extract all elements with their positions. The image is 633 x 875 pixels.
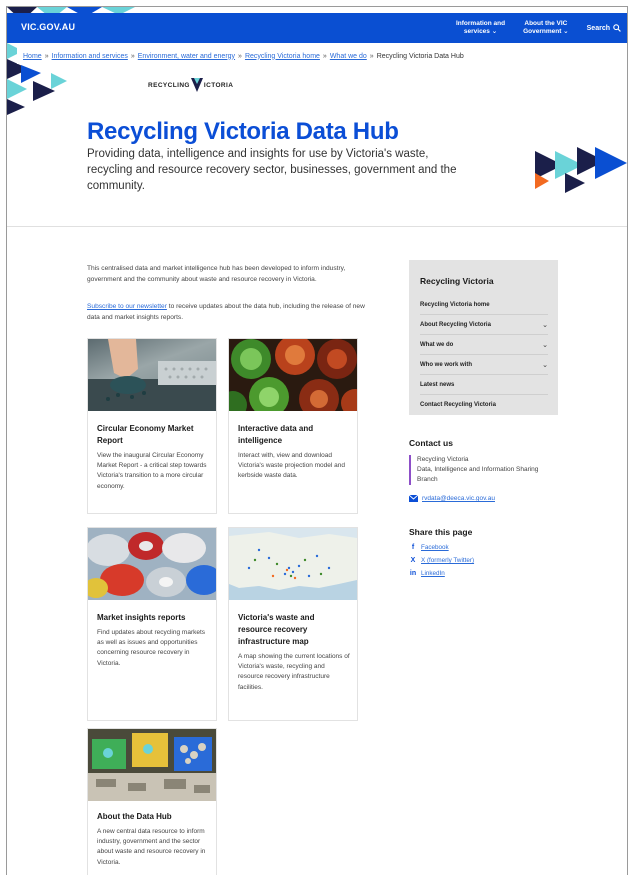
breadcrumb-separator-icon: » bbox=[130, 52, 135, 60]
share-facebook-link[interactable]: Facebook bbox=[421, 544, 449, 551]
nav-about-government[interactable]: About the VIC Government ⌄ bbox=[523, 20, 569, 36]
side-nav-title[interactable]: Recycling Victoria bbox=[420, 276, 548, 286]
newsletter-paragraph: Subscribe to our newsletter to receive u… bbox=[87, 302, 367, 323]
card-market-insights[interactable]: Market insights reports Find updates abo… bbox=[87, 527, 217, 721]
side-nav-label: Latest news bbox=[420, 381, 455, 388]
brand-text-left: RECYCLING bbox=[148, 81, 190, 89]
side-nav-label: Recycling Victoria home bbox=[420, 301, 490, 308]
card-infrastructure-map[interactable]: Victoria's waste and resource recovery i… bbox=[228, 527, 358, 721]
card-interactive-data[interactable]: Interactive data and intelligence Intera… bbox=[228, 338, 358, 514]
email-link[interactable]: rvdata@deeca.vic.gov.au bbox=[422, 495, 495, 502]
side-nav-label: Who we work with bbox=[420, 361, 472, 368]
email-icon bbox=[409, 495, 418, 502]
breadcrumb-environment[interactable]: Environment, water and energy bbox=[138, 53, 235, 60]
breadcrumb-separator-icon: » bbox=[369, 52, 374, 60]
card-title: Market insights reports bbox=[97, 613, 186, 622]
site-header: VIC.GOV.AU Information and services ⌄ Ab… bbox=[7, 13, 627, 43]
chevron-down-icon[interactable]: ⌄ bbox=[542, 321, 548, 329]
share-facebook[interactable]: f Facebook bbox=[409, 544, 449, 551]
side-nav-label: About Recycling Victoria bbox=[420, 321, 491, 328]
page-intro: Providing data, intelligence and insight… bbox=[87, 148, 457, 192]
card-title: Interactive data and intelligence bbox=[238, 424, 314, 445]
card-image-cans bbox=[88, 528, 216, 600]
chevron-down-icon[interactable]: ⌄ bbox=[542, 361, 548, 369]
share-linkedin[interactable]: in LinkedIn bbox=[409, 570, 445, 577]
side-nav-item-about[interactable]: About Recycling Victoria ⌄ bbox=[420, 315, 548, 335]
share-linkedin-link[interactable]: LinkedIn bbox=[421, 570, 445, 577]
contact-line-1: Recycling Victoria bbox=[417, 456, 469, 463]
card-image-map bbox=[229, 528, 357, 600]
contact-email: rvdata@deeca.vic.gov.au bbox=[409, 495, 495, 502]
section-divider bbox=[7, 226, 627, 227]
breadcrumb: Home» Information and services» Environm… bbox=[17, 48, 470, 64]
side-nav-item-what-we-do[interactable]: What we do ⌄ bbox=[420, 335, 548, 355]
card-image-recycling-bins bbox=[88, 729, 216, 801]
breadcrumb-separator-icon: » bbox=[44, 52, 49, 60]
contact-details: Recycling Victoria Data, Intelligence an… bbox=[409, 455, 554, 485]
breadcrumb-home[interactable]: Home bbox=[23, 53, 42, 60]
side-navigation: Recycling Victoria Recycling Victoria ho… bbox=[409, 260, 558, 415]
breadcrumb-information-services[interactable]: Information and services bbox=[52, 53, 128, 60]
search-button[interactable]: Search bbox=[587, 24, 621, 32]
subscribe-newsletter-link[interactable]: Subscribe to our newsletter bbox=[87, 303, 167, 310]
vic-gov-logo[interactable]: VIC.GOV.AU bbox=[21, 22, 75, 32]
linkedin-icon: in bbox=[409, 570, 417, 577]
card-description: A new central data resource to inform in… bbox=[97, 828, 206, 866]
card-image-recycled-pellets bbox=[88, 339, 216, 411]
card-title: Victoria's waste and resource recovery i… bbox=[238, 613, 315, 646]
card-description: A map showing the current locations of V… bbox=[238, 653, 350, 691]
breadcrumb-separator-icon: » bbox=[238, 52, 242, 60]
x-twitter-icon: X bbox=[410, 557, 416, 564]
card-title: About the Data Hub bbox=[97, 812, 172, 821]
card-description: Find updates about recycling markets as … bbox=[97, 629, 206, 667]
brand-text-right: ICTORIA bbox=[203, 81, 234, 89]
breadcrumb-recycling-home[interactable]: Recycling Victoria home bbox=[245, 53, 320, 60]
card-image-glass-bottles bbox=[229, 339, 357, 411]
side-nav-item-contact[interactable]: Contact Recycling Victoria bbox=[420, 395, 548, 415]
recycling-victoria-logo: RECYCLING ICTORIA bbox=[148, 75, 233, 95]
facebook-icon: f bbox=[411, 544, 415, 551]
side-nav-item-home[interactable]: Recycling Victoria home bbox=[420, 295, 548, 315]
card-circular-economy[interactable]: Circular Economy Market Report View the … bbox=[87, 338, 217, 514]
hero-arrows-icon bbox=[535, 147, 627, 193]
card-description: Interact with, view and download Victori… bbox=[238, 452, 345, 480]
browser-page: VIC.GOV.AU Information and services ⌄ Ab… bbox=[6, 6, 628, 875]
share-x[interactable]: X X (formerly Twitter) bbox=[409, 557, 474, 564]
card-about-data-hub[interactable]: About the Data Hub A new central data re… bbox=[87, 728, 217, 875]
card-description: View the inaugural Circular Economy Mark… bbox=[97, 452, 207, 490]
share-x-link[interactable]: X (formerly Twitter) bbox=[421, 557, 474, 564]
breadcrumb-separator-icon: » bbox=[322, 52, 327, 60]
side-nav-label: What we do bbox=[420, 341, 454, 348]
breadcrumb-current: Recycling Victoria Data Hub bbox=[376, 52, 464, 60]
side-nav-item-who-we-work-with[interactable]: Who we work with ⌄ bbox=[420, 355, 548, 375]
contact-line-2: Data, Intelligence and Information Shari… bbox=[417, 466, 539, 483]
share-heading: Share this page bbox=[409, 527, 473, 537]
brand-v-icon bbox=[190, 78, 203, 92]
search-icon bbox=[613, 24, 621, 32]
page-title: Recycling Victoria Data Hub bbox=[87, 118, 399, 145]
card-title: Circular Economy Market Report bbox=[97, 424, 194, 445]
intro-paragraph: This centralised data and market intelli… bbox=[87, 265, 346, 283]
breadcrumb-what-we-do[interactable]: What we do bbox=[330, 53, 367, 60]
contact-heading: Contact us bbox=[409, 438, 453, 448]
side-nav-item-latest-news[interactable]: Latest news bbox=[420, 375, 548, 395]
search-label: Search bbox=[586, 24, 610, 32]
side-nav-label: Contact Recycling Victoria bbox=[420, 402, 496, 408]
nav-information-services[interactable]: Information and services ⌄ bbox=[456, 20, 505, 36]
chevron-down-icon[interactable]: ⌄ bbox=[542, 341, 548, 349]
